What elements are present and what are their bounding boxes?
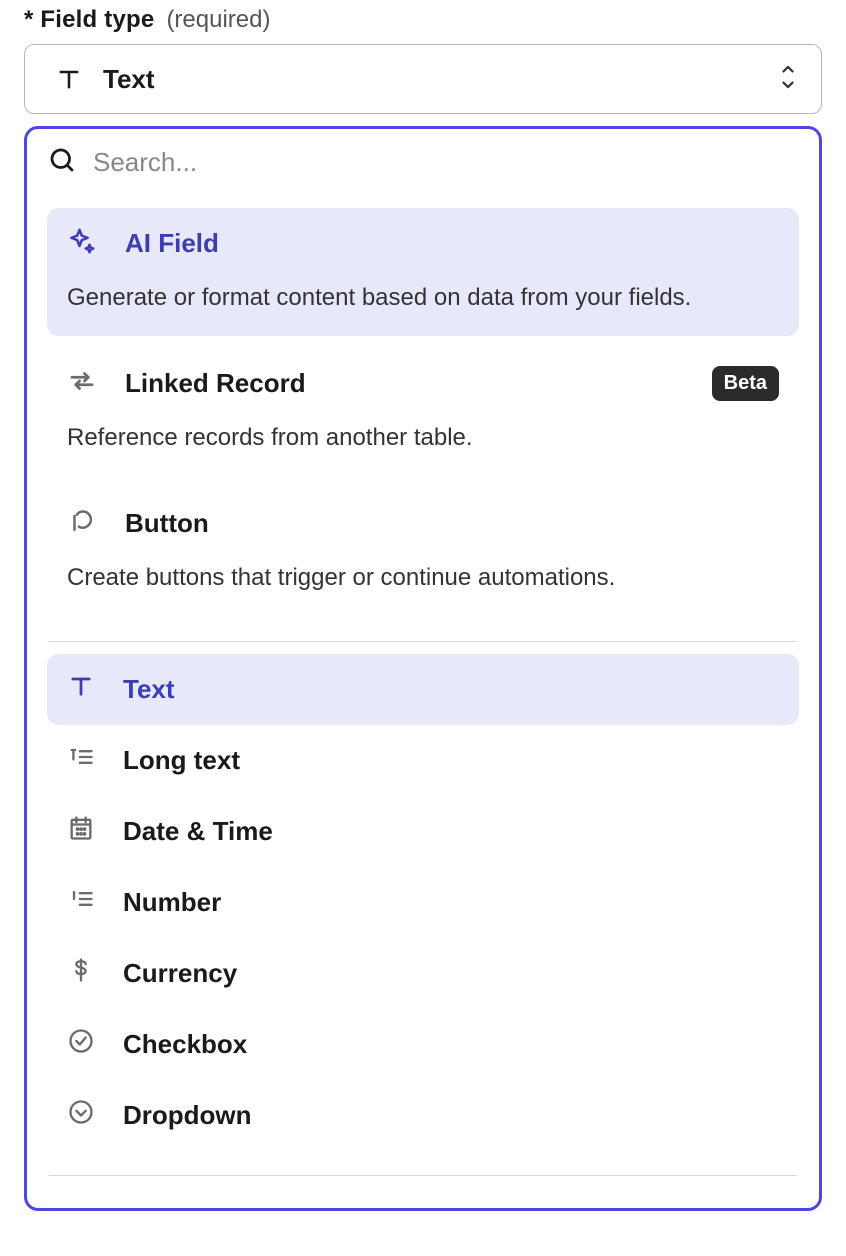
search-icon bbox=[47, 145, 77, 180]
text-icon bbox=[67, 672, 95, 707]
option-dropdown[interactable]: Dropdown bbox=[47, 1080, 799, 1151]
chevron-down-circle-icon bbox=[67, 1098, 95, 1133]
option-button-title: Button bbox=[125, 508, 209, 539]
number-list-icon bbox=[67, 885, 95, 920]
option-text-label: Text bbox=[123, 674, 779, 705]
check-circle-icon bbox=[67, 1027, 95, 1062]
link-arrows-icon bbox=[67, 366, 97, 401]
option-ai-field-title: AI Field bbox=[125, 228, 219, 259]
dropdown-panel: AI Field Generate or format content base… bbox=[27, 208, 819, 1208]
option-date-time-label: Date & Time bbox=[123, 816, 779, 847]
search-input[interactable] bbox=[93, 147, 799, 178]
calendar-icon bbox=[67, 814, 95, 849]
field-type-label-row: * Field type (required) bbox=[24, 0, 822, 44]
long-text-icon bbox=[67, 743, 95, 778]
option-linked-record-title: Linked Record bbox=[125, 368, 306, 399]
option-ai-field-desc: Generate or format content based on data… bbox=[67, 279, 779, 316]
option-checkbox-label: Checkbox bbox=[123, 1029, 779, 1060]
search-wrap bbox=[27, 129, 819, 196]
section-divider-bottom bbox=[49, 1175, 797, 1176]
option-ai-field[interactable]: AI Field Generate or format content base… bbox=[47, 208, 799, 336]
option-long-text-label: Long text bbox=[123, 745, 779, 776]
option-linked-record-desc: Reference records from another table. bbox=[67, 419, 779, 456]
field-type-select[interactable]: Text bbox=[24, 44, 822, 114]
sparkle-icon bbox=[67, 226, 97, 261]
pointer-click-icon bbox=[67, 506, 97, 541]
option-number[interactable]: Number bbox=[47, 867, 799, 938]
option-number-label: Number bbox=[123, 887, 779, 918]
option-long-text[interactable]: Long text bbox=[47, 725, 799, 796]
text-icon bbox=[53, 65, 85, 93]
option-button[interactable]: Button Create buttons that trigger or co… bbox=[47, 488, 799, 616]
section-divider bbox=[49, 641, 797, 642]
field-type-selected-label: Text bbox=[103, 64, 777, 95]
field-type-hint: (required) bbox=[166, 6, 270, 34]
dollar-icon bbox=[67, 956, 95, 991]
option-button-desc: Create buttons that trigger or continue … bbox=[67, 559, 779, 596]
field-type-dropdown: AI Field Generate or format content base… bbox=[24, 126, 822, 1211]
option-currency-label: Currency bbox=[123, 958, 779, 989]
option-checkbox[interactable]: Checkbox bbox=[47, 1009, 799, 1080]
option-date-time[interactable]: Date & Time bbox=[47, 796, 799, 867]
option-dropdown-label: Dropdown bbox=[123, 1100, 779, 1131]
beta-badge: Beta bbox=[712, 366, 779, 401]
option-linked-record[interactable]: Linked Record Beta Reference records fro… bbox=[47, 348, 799, 476]
chevron-up-down-icon bbox=[777, 62, 799, 97]
field-type-label: * Field type bbox=[24, 6, 154, 34]
option-text[interactable]: Text bbox=[47, 654, 799, 725]
option-currency[interactable]: Currency bbox=[47, 938, 799, 1009]
